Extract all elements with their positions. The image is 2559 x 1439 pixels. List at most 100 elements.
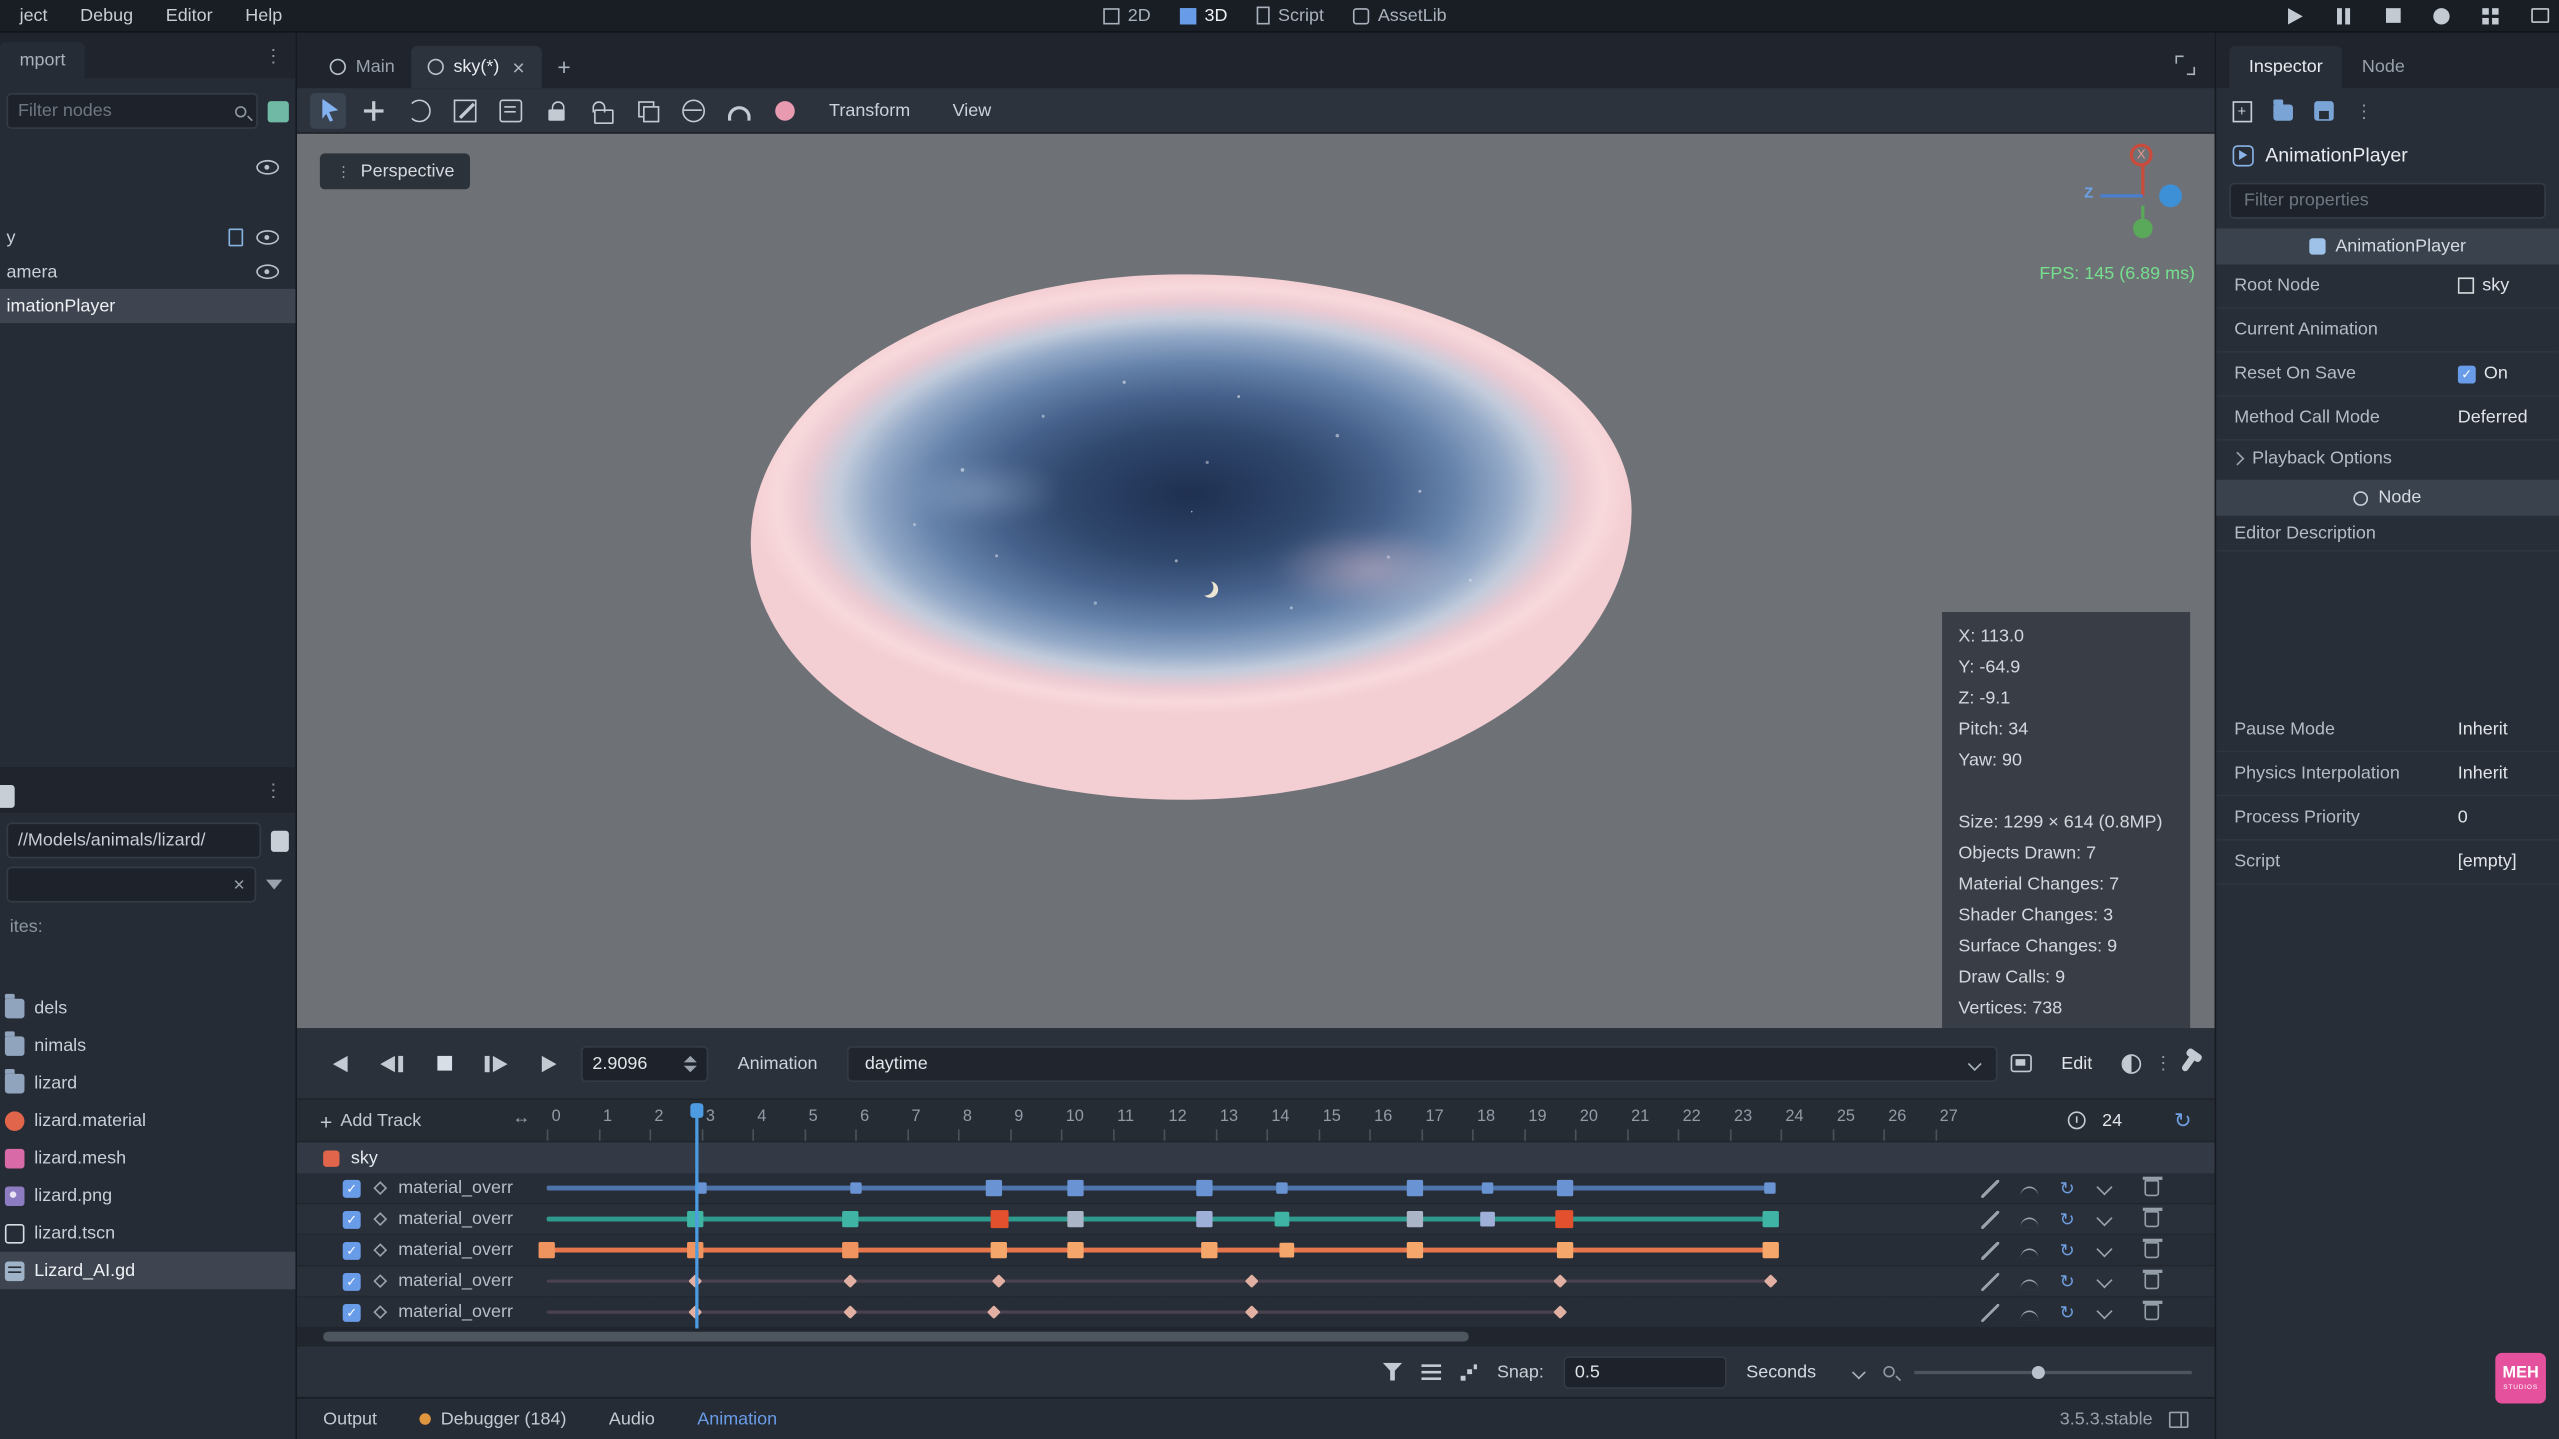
animation-tool-icon[interactable] [2011,1054,2032,1072]
visibility-eye-icon[interactable] [256,160,279,175]
snap-value-box[interactable] [1563,1355,1726,1388]
chevron-down-icon[interactable] [2096,1209,2112,1225]
dock-menu-icon[interactable]: ⋮ [264,779,282,800]
pin-panel-icon[interactable] [2181,1054,2197,1072]
keyframe[interactable] [843,1274,857,1288]
unlock-tool-button[interactable] [584,92,620,128]
move-tool-button[interactable] [356,92,392,128]
keyframe[interactable] [1068,1180,1084,1196]
track-enabled-checkbox[interactable]: ✓ [343,1273,361,1291]
file-item[interactable]: lizard [0,1064,295,1102]
visibility-eye-icon[interactable] [256,230,279,245]
menu-help[interactable]: Help [229,0,299,32]
keyframe[interactable] [1762,1211,1778,1227]
keyframe[interactable] [849,1182,860,1193]
keyframe[interactable] [1553,1305,1567,1319]
play-button[interactable] [529,1047,568,1080]
dock-tab-import[interactable]: mport [0,42,85,78]
keyframe[interactable] [842,1211,858,1227]
perspective-button[interactable]: ⋮ Perspective [320,153,471,189]
animation-select[interactable]: daytime [847,1045,1998,1081]
save-resource-icon[interactable] [2314,101,2334,121]
pause-button[interactable] [2330,2,2356,28]
transform-menu[interactable]: Transform [813,100,927,120]
animation-track[interactable]: ✓material_overr [297,1235,2215,1266]
sort-icon[interactable] [266,880,282,890]
edit-list-icon[interactable] [1422,1364,1442,1380]
track-update-mode-icon[interactable] [1981,1210,1999,1228]
animation-track[interactable]: ✓material_overr [297,1173,2215,1204]
filter-options-icon[interactable] [268,100,289,121]
dock-menu-icon[interactable]: ⋮ [264,45,282,66]
animation-track[interactable]: ✓material_overr [297,1266,2215,1297]
scene-tab[interactable]: sky(*)× [411,46,541,88]
menu-debug[interactable]: Debug [64,0,150,32]
dock-tab-indicator[interactable] [0,784,15,807]
scale-tool-button[interactable] [447,92,483,128]
timeline-ruler[interactable]: 0123456789101112131415161718192021222324… [539,1100,1956,1141]
section-node[interactable]: Node [2216,480,2559,516]
playback-options-collapser[interactable]: Playback Options [2216,441,2559,477]
track-interpolation-icon[interactable] [2020,1186,2038,1196]
editor-switch-2d[interactable]: 2D [1103,6,1150,26]
onion-skinning-icon[interactable] [2122,1053,2142,1073]
time-spinbox[interactable]: 2.9096 [581,1045,708,1081]
script-icon[interactable] [228,228,243,246]
animation-track[interactable]: ✓material_overr [297,1204,2215,1235]
add-track-button[interactable]: + Add Track [320,1106,421,1135]
file-item[interactable]: Lizard_AI.gd [0,1252,295,1290]
keyframe[interactable] [990,1210,1008,1228]
node-picker-icon[interactable] [2458,277,2474,293]
keyframe[interactable] [1274,1212,1289,1227]
clear-icon[interactable]: × [233,875,244,895]
spinbox-arrows-icon[interactable] [684,1055,697,1071]
timeline-hscrollbar[interactable] [297,1328,2215,1344]
filter-files-input[interactable] [18,875,227,895]
keyframe[interactable] [992,1274,1006,1288]
track-enabled-checkbox[interactable]: ✓ [343,1304,361,1322]
loop-icon[interactable]: ↻ [2174,1110,2192,1131]
track-update-mode-icon[interactable] [1981,1241,1999,1259]
animation-menu-button[interactable]: Animation [721,1053,833,1073]
film-button[interactable] [2526,2,2552,28]
keyframe[interactable] [1764,1182,1775,1193]
tab-node[interactable]: Node [2342,46,2424,88]
playhead[interactable] [695,1103,698,1328]
delete-track-icon[interactable] [2144,1273,2159,1289]
track-interpolation-icon[interactable] [2020,1248,2038,1258]
grid-button[interactable] [2477,2,2503,28]
bottom-panel-audio[interactable]: Audio [609,1409,655,1429]
property-row[interactable]: Process Priority0 [2216,796,2559,840]
select-tool-button[interactable] [310,92,346,128]
keyframe[interactable] [1280,1243,1295,1258]
chevron-down-icon[interactable] [2096,1178,2112,1194]
keyframe[interactable] [1763,1274,1777,1288]
chevron-down-icon[interactable] [2096,1240,2112,1256]
play-backwards-button[interactable] [320,1047,359,1080]
bottom-panel-animation[interactable]: Animation [697,1409,777,1429]
play-button[interactable] [2282,2,2308,28]
panel-toggle-icon[interactable] [2169,1411,2189,1427]
axis-gizmo[interactable]: X Z [2087,147,2191,242]
inspector-menu-icon[interactable]: ⋮ [2355,100,2373,121]
track-loop-icon[interactable] [2060,1303,2078,1321]
editor-switch-assetlib[interactable]: AssetLib [1353,6,1446,26]
stop-button[interactable] [2379,2,2405,28]
keyframe[interactable] [1202,1242,1218,1258]
delete-track-icon[interactable] [2144,1180,2159,1196]
menu-editor[interactable]: Editor [149,0,229,32]
keyframe[interactable] [1556,1242,1572,1258]
snap-value-input[interactable] [1575,1362,1715,1382]
snap-unit-select[interactable]: Seconds [1746,1355,1864,1388]
animation-length[interactable]: 24 [2102,1111,2157,1131]
keyframe[interactable] [1276,1182,1287,1193]
lock-tool-button[interactable] [539,92,575,128]
snap-tool-button[interactable] [721,92,757,128]
keyframe[interactable] [1197,1211,1213,1227]
rotate-tool-button[interactable] [401,92,437,128]
scene-tree-item[interactable]: y [0,220,295,254]
track-enabled-checkbox[interactable]: ✓ [343,1211,361,1229]
filesystem-path[interactable]: //Models/animals/lizard/ [7,823,262,859]
keyframe[interactable] [843,1305,857,1319]
keyframe[interactable] [1407,1180,1423,1196]
